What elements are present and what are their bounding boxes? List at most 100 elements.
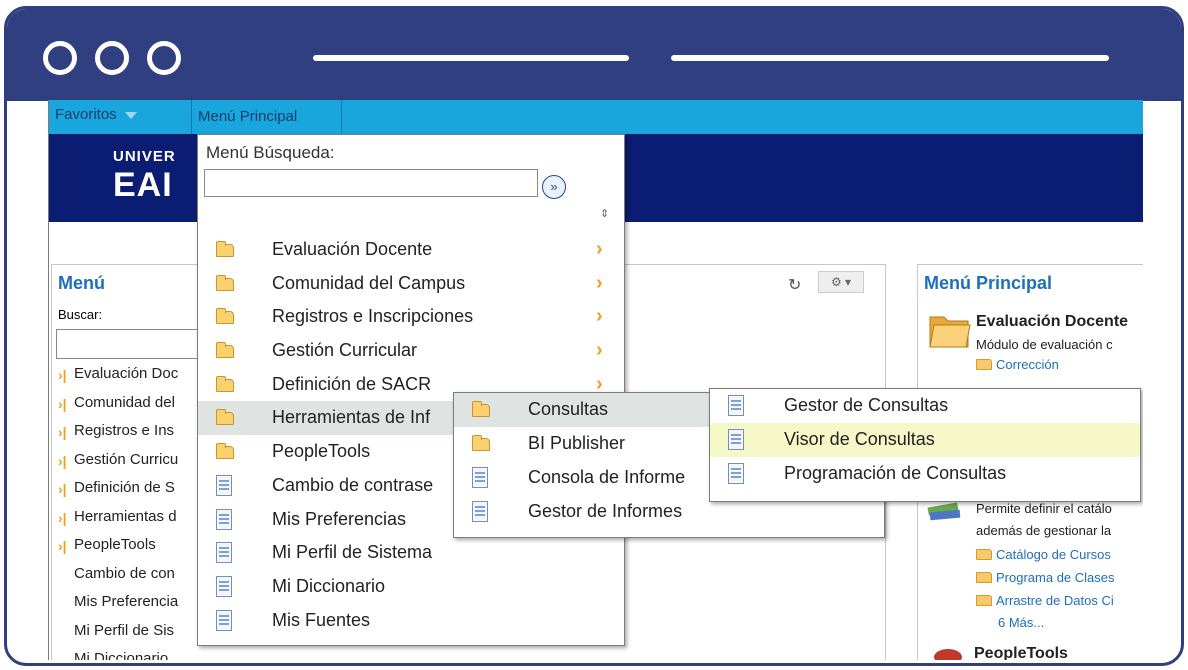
menu-item-label: BI Publisher bbox=[528, 433, 626, 453]
document-icon bbox=[216, 508, 232, 530]
link-arrastre-datos[interactable]: Arrastre de Datos Ci bbox=[976, 593, 1114, 608]
tree-item-label: Evaluación Doc bbox=[74, 365, 179, 382]
tree-item[interactable]: ›| Evaluación Doc bbox=[56, 365, 178, 394]
section-title[interactable]: PeopleTools bbox=[974, 645, 1068, 660]
menu-item-label: Visor de Consultas bbox=[784, 429, 935, 449]
top-navigation: Favoritos Menú Principal bbox=[49, 100, 1143, 134]
link-label: Corrección bbox=[996, 357, 1059, 372]
menu-item-label: Herramientas de Inf bbox=[272, 407, 431, 428]
tree-item[interactable]: Mis Preferencia bbox=[56, 593, 178, 622]
gear-icon[interactable]: ⚙ ▾ bbox=[818, 271, 864, 293]
link-label: Arrastre de Datos Ci bbox=[996, 593, 1114, 608]
tree-item[interactable]: ›| Gestión Curricu bbox=[56, 451, 178, 480]
document-icon bbox=[472, 467, 488, 488]
favorites-label: Favoritos bbox=[55, 106, 117, 123]
main-menu-tab[interactable]: Menú Principal bbox=[192, 100, 342, 134]
folder-icon bbox=[216, 308, 234, 325]
menu-item-label: PeopleTools bbox=[272, 441, 371, 462]
link-catalogo-cursos[interactable]: Catálogo de Cursos bbox=[976, 547, 1111, 562]
menu-item[interactable]: Registros e Inscripciones › bbox=[198, 300, 624, 334]
pagelet-title: Menú bbox=[58, 273, 105, 293]
tree-item-label: Herramientas d bbox=[74, 507, 177, 525]
folder-icon bbox=[216, 342, 234, 359]
address-bar-placeholder bbox=[671, 55, 1109, 61]
section-description: además de gestionar la bbox=[976, 523, 1112, 538]
expand-arrow-icon: ›| bbox=[58, 452, 67, 469]
tree-item-label: Comunidad del bbox=[74, 393, 175, 411]
menu-item[interactable]: Evaluación Docente › bbox=[198, 233, 624, 267]
tree-item[interactable]: Cambio de con bbox=[56, 565, 178, 594]
tree-item-label: Gestión Curricu bbox=[74, 450, 179, 468]
menu-item-label: Mis Fuentes bbox=[272, 609, 371, 630]
link-programa-clases[interactable]: Programa de Clases bbox=[976, 570, 1115, 585]
section-description: Permite definir el catálo bbox=[976, 501, 1112, 516]
menu-item-label: Consola de Informe bbox=[528, 467, 686, 487]
menu-item[interactable]: Mi Diccionario bbox=[198, 570, 624, 604]
menu-item-label: Registros e Inscripciones bbox=[272, 306, 474, 327]
menu-item-label: Programación de Consultas bbox=[784, 463, 1007, 483]
tree-item[interactable]: Mi Perfil de Sis bbox=[56, 622, 178, 651]
tree-item[interactable]: ›| Registros e Ins bbox=[56, 422, 178, 451]
refresh-icon[interactable]: ↻ bbox=[788, 275, 801, 295]
tree-item[interactable]: ›| PeopleTools bbox=[56, 536, 178, 565]
menu-item[interactable]: Comunidad del Campus › bbox=[198, 267, 624, 301]
large-folder-icon bbox=[929, 316, 971, 348]
menu-item[interactable]: Gestor de Consultas bbox=[710, 389, 1140, 423]
document-icon bbox=[216, 609, 232, 631]
menu-item-label: Gestor de Informes bbox=[528, 501, 683, 521]
window-dot-icon bbox=[43, 41, 77, 75]
folder-icon bbox=[216, 409, 234, 426]
menu-item[interactable]: Mi Perfil de Sistema bbox=[198, 536, 624, 570]
main-menu-dropdown: Menú Búsqueda: » ⇕ Evaluación Docente › C… bbox=[197, 134, 625, 646]
link-label: Programa de Clases bbox=[996, 570, 1115, 585]
favorites-menu[interactable]: Favoritos bbox=[49, 100, 192, 134]
section-title[interactable]: Evaluación Docente bbox=[976, 313, 1128, 331]
tree-item[interactable]: Mi Diccionario bbox=[56, 650, 178, 660]
address-bar-placeholder bbox=[313, 55, 629, 61]
link-correccion[interactable]: Corrección bbox=[976, 357, 1059, 372]
chevron-right-icon: › bbox=[596, 238, 603, 260]
menu-item-label: Definición de SACR bbox=[272, 373, 432, 394]
search-label: Buscar: bbox=[58, 307, 103, 322]
menu-item[interactable]: Mis Fuentes bbox=[198, 604, 624, 638]
tree-item[interactable]: ›| Comunidad del bbox=[56, 394, 178, 423]
menu-item-label: Cambio de contrase bbox=[272, 474, 434, 495]
document-icon bbox=[216, 575, 232, 597]
more-link[interactable]: 6 Más... bbox=[998, 615, 1044, 630]
menu-item[interactable]: Programación de Consultas bbox=[710, 457, 1140, 491]
expand-arrow-icon: ›| bbox=[58, 538, 67, 554]
tree-item[interactable]: ›| Herramientas d bbox=[56, 508, 178, 537]
tree-item[interactable]: ›| Definición de S bbox=[56, 479, 178, 508]
folder-icon bbox=[976, 549, 992, 560]
expand-arrow-icon: ›| bbox=[58, 509, 67, 526]
section-description: Módulo de evaluación c bbox=[976, 337, 1113, 352]
menu-item-highlighted[interactable]: Visor de Consultas bbox=[710, 423, 1140, 457]
tree-item-label: Definición de S bbox=[74, 479, 175, 496]
tree-item-label: Mi Perfil de Sis bbox=[74, 621, 175, 639]
document-icon bbox=[472, 501, 488, 522]
app-screen: Favoritos Menú Principal UNIVER EAI Menú… bbox=[48, 100, 1143, 660]
window-dot-icon bbox=[95, 41, 129, 75]
document-icon bbox=[728, 395, 744, 416]
document-icon bbox=[728, 429, 744, 450]
document-icon bbox=[216, 542, 232, 564]
menu-item-label: Consultas bbox=[528, 399, 609, 419]
main-menu-label: Menú Principal bbox=[198, 108, 298, 125]
go-button[interactable]: » bbox=[542, 175, 566, 199]
expand-arrow-icon: ›| bbox=[58, 367, 67, 383]
menu-item[interactable]: Gestión Curricular › bbox=[198, 334, 624, 368]
tree-item-label: Mis Preferencia bbox=[74, 593, 179, 610]
expand-arrow-icon: ›| bbox=[58, 395, 67, 412]
document-icon bbox=[216, 474, 232, 496]
window-dot-icon bbox=[147, 41, 181, 75]
folder-icon bbox=[976, 595, 992, 606]
tree-item-label: PeopleTools bbox=[74, 536, 156, 553]
menu-search-input[interactable] bbox=[204, 169, 538, 197]
menu-item-label: Gestor de Consultas bbox=[784, 395, 949, 415]
folder-icon bbox=[976, 572, 992, 583]
menu-tree: ›| Evaluación Doc ›| Comunidad del ›| Regis… bbox=[56, 365, 178, 660]
menu-item-label: Mis Preferencias bbox=[272, 508, 407, 529]
tree-item-label: Registros e Ins bbox=[74, 422, 175, 439]
sort-icon[interactable]: ⇕ bbox=[600, 207, 609, 220]
menu-item-label: Mi Diccionario bbox=[272, 575, 386, 596]
